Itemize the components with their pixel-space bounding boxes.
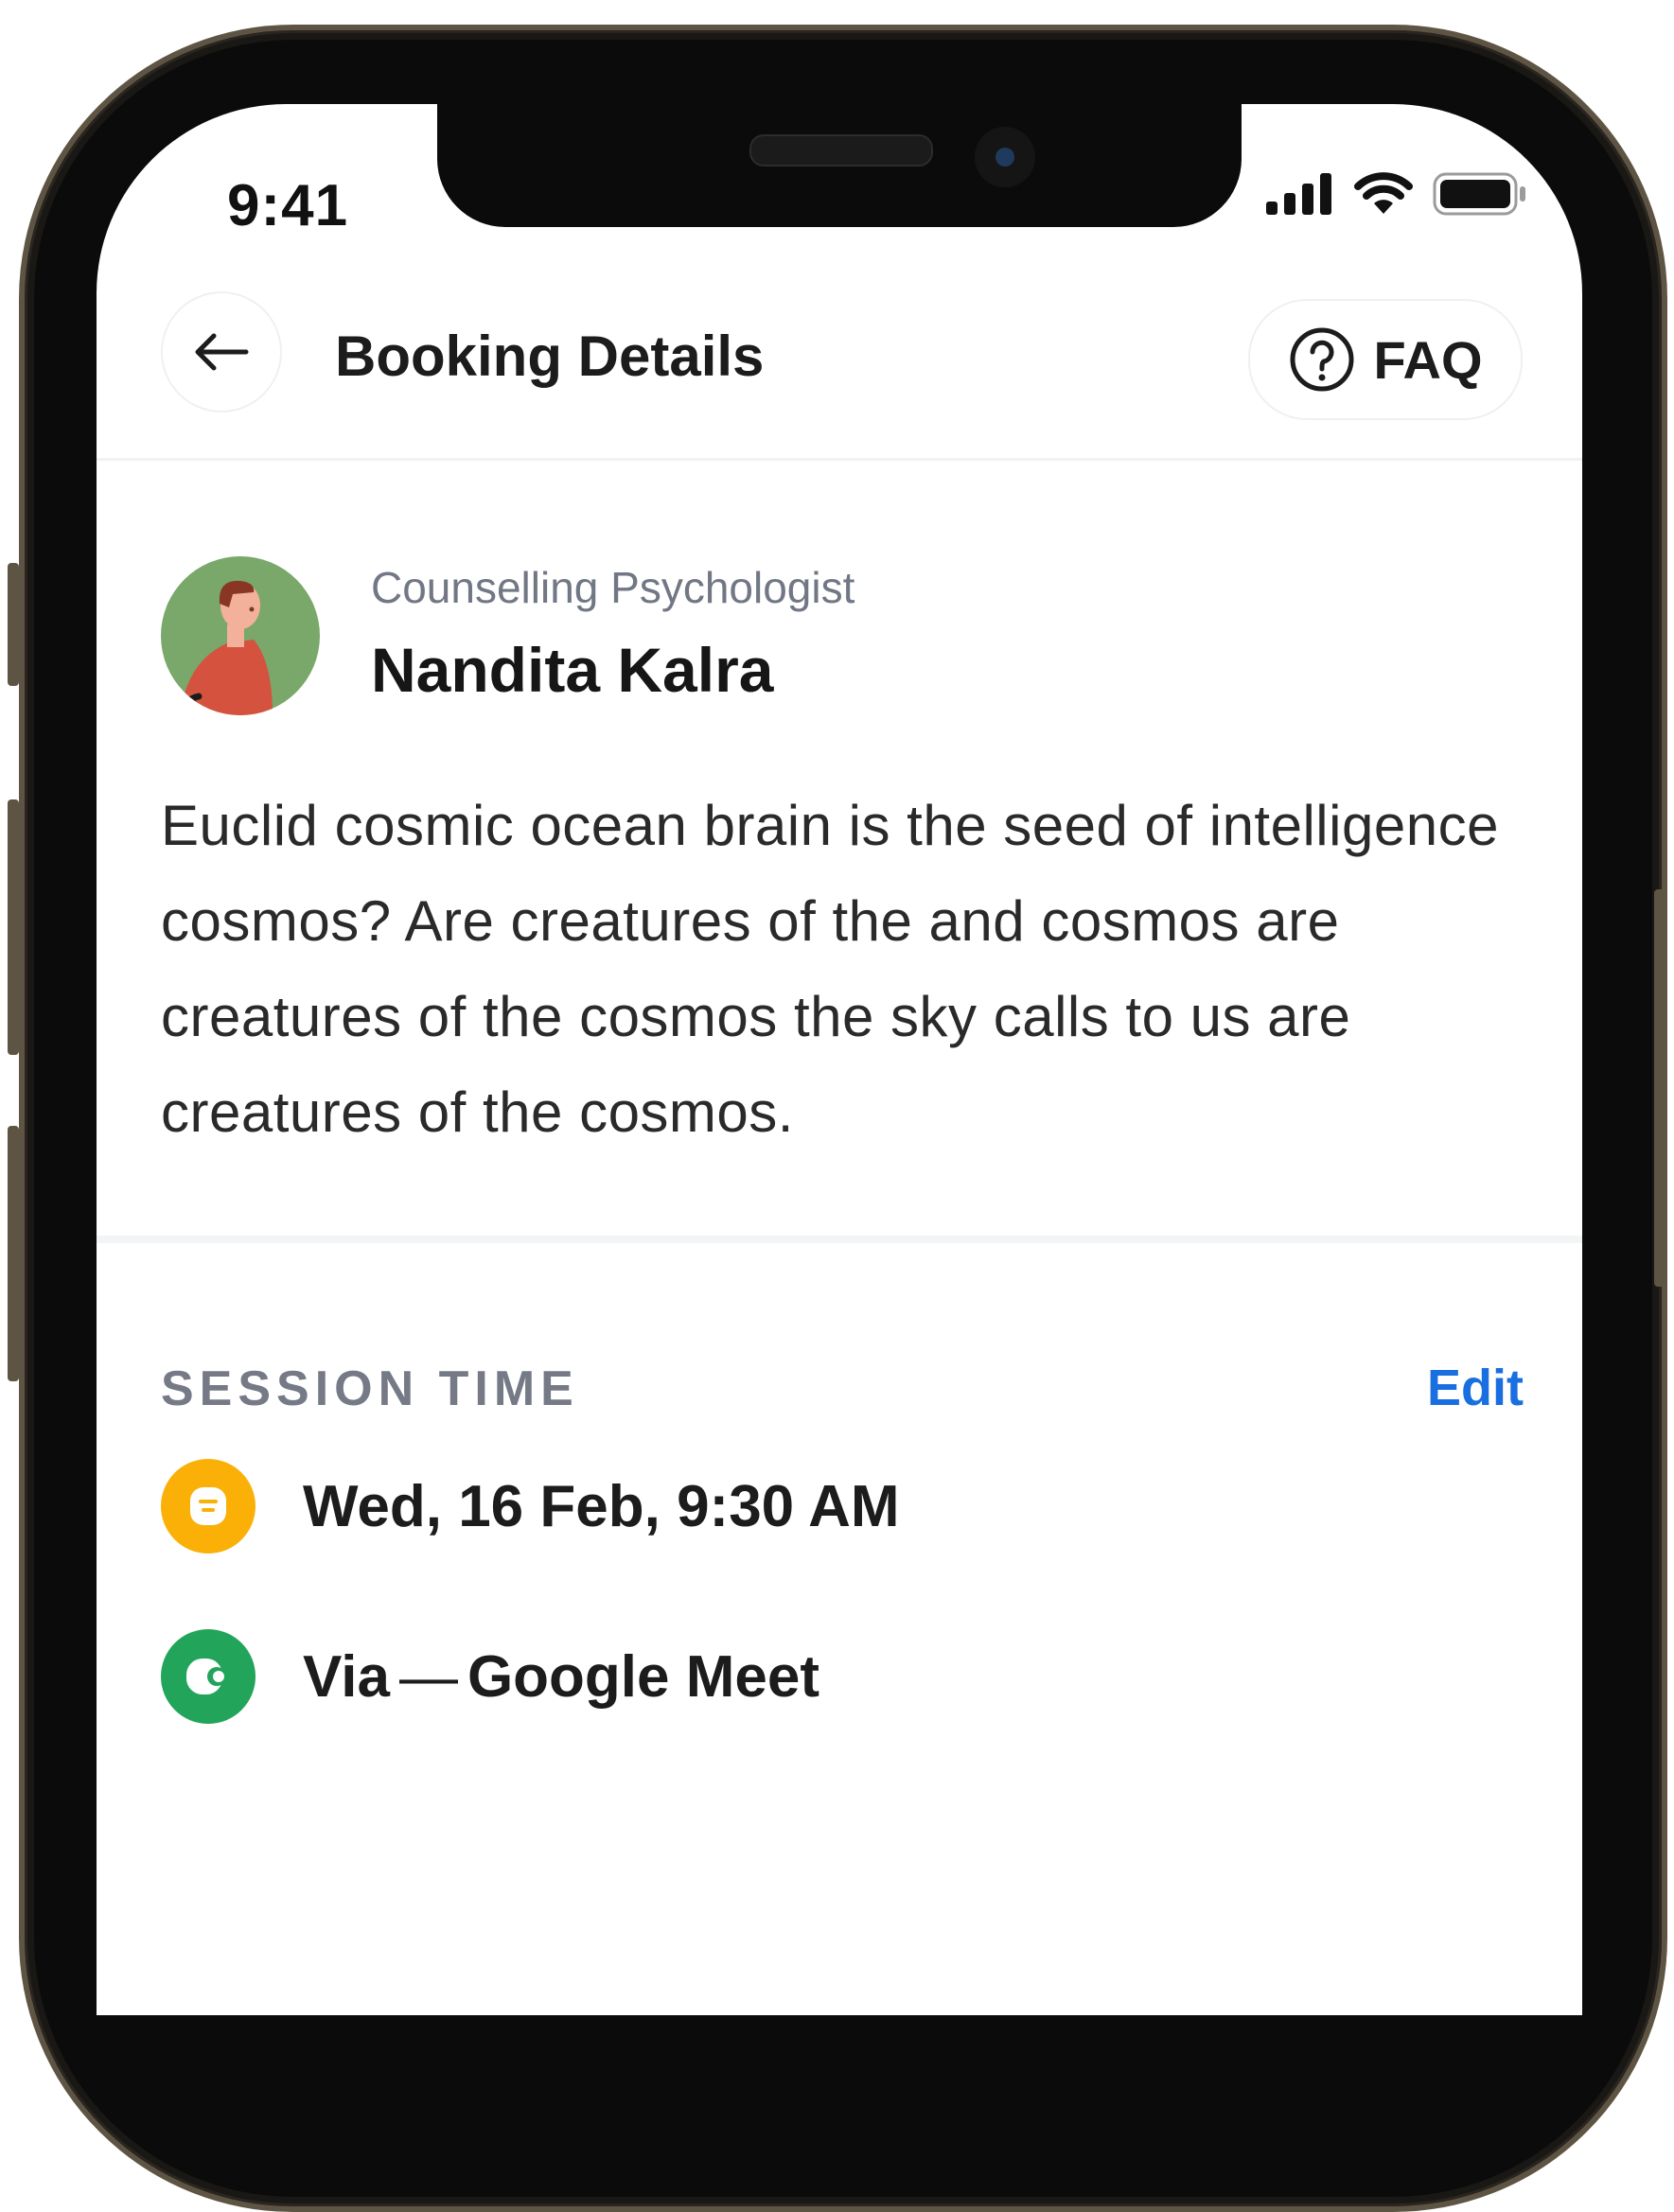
edit-session-link[interactable]: Edit — [1427, 1359, 1524, 1417]
session-via: Via — Google Meet — [303, 1643, 819, 1711]
session-via-row: Via — Google Meet — [161, 1629, 819, 1724]
session-datetime: Wed, 16 Feb, 9:30 AM — [303, 1473, 900, 1539]
person-illustration-icon — [178, 580, 273, 715]
clock-icon — [161, 1459, 256, 1554]
back-button[interactable] — [161, 291, 282, 413]
volume-up-button — [8, 799, 19, 1055]
via-dash: — — [398, 1643, 458, 1710]
via-prefix: Via — [303, 1643, 390, 1710]
speaker-grille — [749, 134, 933, 167]
status-time: 9:41 — [227, 173, 349, 238]
power-button — [1654, 889, 1665, 1287]
front-camera — [975, 127, 1035, 187]
cellular-signal-icon — [1266, 173, 1331, 215]
status-icons — [1266, 172, 1527, 216]
doctor-role: Counselling Psychologist — [371, 563, 855, 612]
via-platform: Google Meet — [467, 1643, 819, 1710]
header-divider — [97, 458, 1582, 461]
doctor-description: Euclid cosmic ocean brain is the seed of… — [161, 794, 1499, 1144]
battery-icon — [1433, 172, 1525, 216]
question-circle-icon — [1290, 327, 1354, 392]
section-divider — [97, 1236, 1582, 1243]
phone-screen: 9:41 Booking Details FAQ Counselling Psy… — [97, 104, 1582, 2015]
wifi-icon — [1354, 172, 1413, 214]
mute-switch — [8, 563, 19, 686]
faq-button[interactable]: FAQ — [1248, 299, 1523, 420]
session-section-title: SESSION TIME — [161, 1361, 579, 1416]
avatar — [161, 556, 320, 715]
doctor-name: Nandita Kalra — [371, 635, 774, 705]
phone-notch — [437, 104, 1242, 227]
video-call-icon — [161, 1629, 256, 1724]
session-datetime-row: Wed, 16 Feb, 9:30 AM — [161, 1459, 900, 1554]
page-title: Booking Details — [335, 325, 765, 388]
arrow-left-icon — [195, 333, 249, 371]
volume-down-button — [8, 1126, 19, 1381]
faq-label: FAQ — [1373, 329, 1483, 390]
